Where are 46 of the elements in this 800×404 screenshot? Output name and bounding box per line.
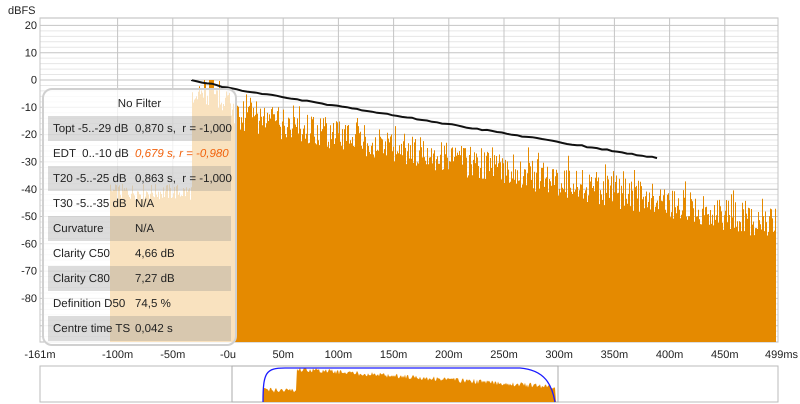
metric-value: N/A (135, 198, 154, 210)
x-tick-label: 499ms (764, 349, 798, 361)
metric-value: 74,5 % (135, 298, 171, 310)
y-tick-label: -40 (21, 184, 37, 196)
panel-title: No Filter (116, 97, 162, 112)
x-tick-label: 50m (272, 349, 294, 361)
y-tick-label: 10 (24, 47, 37, 60)
y-tick-label: -70 (21, 266, 37, 278)
metric-label: Centre time TS (53, 322, 132, 334)
x-tick-label: 400m (656, 349, 684, 361)
metric-label: EDT 0..-10 dB (53, 148, 130, 160)
metric-value: 4,66 dB (135, 248, 175, 260)
metric-value: 0,042 s (135, 322, 173, 334)
x-tick-label: 350m (600, 349, 628, 361)
metric-label: Clarity C50 (53, 248, 111, 260)
metric-value: N/A (135, 222, 154, 234)
metric-value: 0,679 s, r = -0,980 (135, 148, 229, 160)
y-tick-label: -50 (21, 211, 37, 224)
y-tick-label: -20 (21, 129, 37, 142)
overview-window-drawing[interactable] (232, 366, 558, 402)
metric-value: 7,27 dB (135, 272, 175, 284)
metric-label: T30 -5..-35 dB (53, 198, 128, 210)
metric-label: Curvature (53, 222, 104, 234)
y-tick-label: -10 (21, 102, 37, 114)
x-tick-label: 150m (380, 349, 408, 361)
x-tick-label: -50m (160, 349, 186, 361)
x-tick-label: 450m (711, 349, 739, 361)
x-tick-label: -0u (220, 349, 236, 361)
metric-label: T20 -5..-25 dB (53, 172, 128, 184)
y-tick-label: 20 (24, 20, 37, 32)
metric-label: Topt -5..-29 dB (53, 122, 130, 134)
metric-label: Definition D50 (53, 298, 126, 310)
metric-label: Clarity C80 (53, 272, 111, 284)
y-tick-label: -80 (21, 293, 37, 305)
metric-value: 0,870 s, r = -1,000 (135, 122, 232, 134)
x-tick-label: 250m (490, 349, 518, 361)
y-tick-label: 0 (30, 74, 37, 87)
axis-title: dBFS (8, 5, 36, 17)
y-tick-label: -30 (21, 156, 37, 168)
metric-value: 0,863 s, r = -1,000 (135, 172, 232, 184)
x-tick-label: 300m (545, 349, 573, 361)
x-tick-label: 200m (435, 349, 463, 361)
x-tick-label: -100m (102, 349, 134, 361)
x-tick-label: 100m (324, 349, 352, 361)
x-tick-label: -161m (24, 349, 56, 361)
y-tick-label: -60 (21, 238, 37, 250)
